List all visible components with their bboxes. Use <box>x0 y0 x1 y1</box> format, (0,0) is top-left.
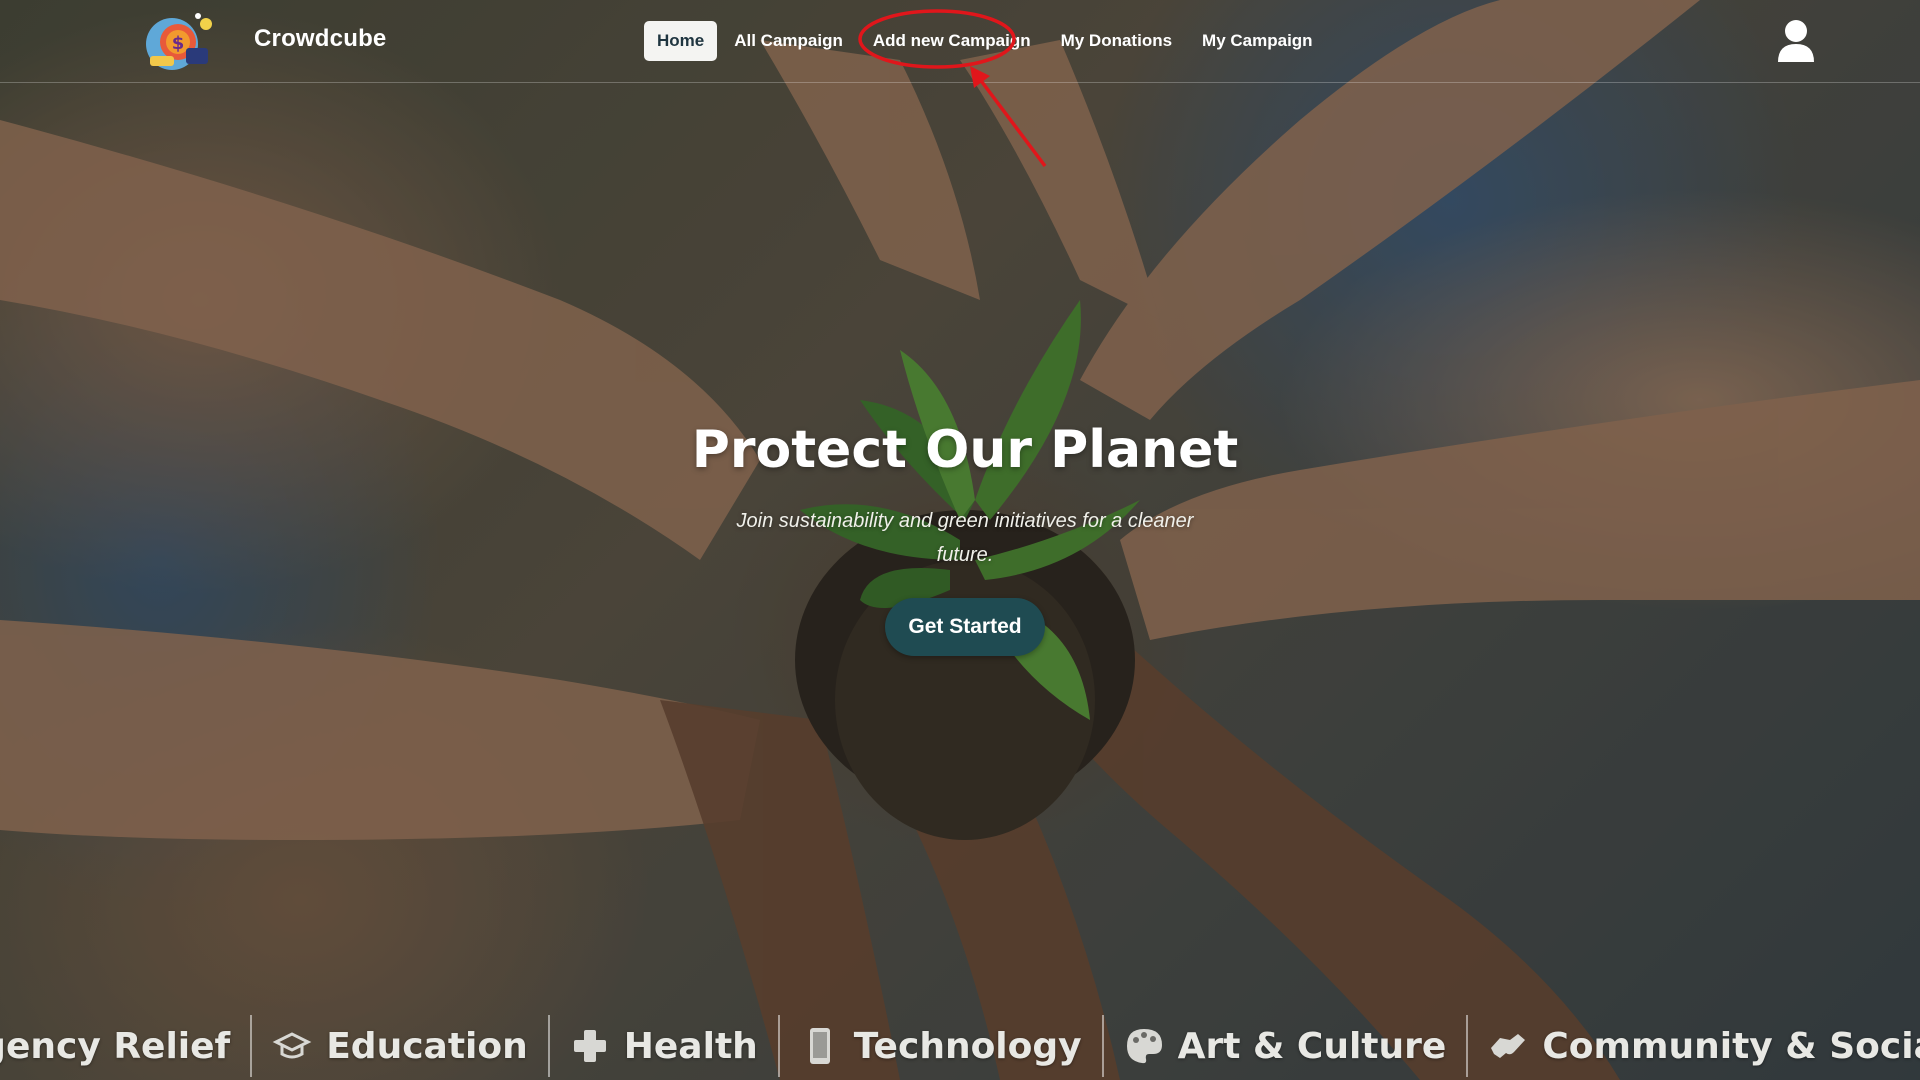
hero-title: Protect Our Planet <box>691 420 1239 480</box>
annotation-arrow-icon <box>970 66 1047 168</box>
crowdcube-logo[interactable]: $ <box>136 8 220 76</box>
category-health[interactable]: Health <box>550 1026 778 1067</box>
handshake-icon <box>1488 1026 1528 1066</box>
medical-cross-icon <box>570 1026 610 1066</box>
category-technology[interactable]: Technology <box>780 1026 1102 1067</box>
graduation-cap-icon <box>272 1026 312 1066</box>
user-icon[interactable] <box>1776 18 1816 64</box>
top-navbar: $ Crowdcube Home All Campaign Add new Ca… <box>0 0 1920 168</box>
hero-subtitle: Join sustainability and green initiative… <box>736 510 1194 566</box>
mobile-device-icon <box>800 1026 840 1066</box>
svg-text:$: $ <box>172 33 185 54</box>
nav-all-campaign[interactable]: All Campaign <box>721 21 856 61</box>
category-label: Technology <box>853 1025 1082 1067</box>
category-label: ergency Relief <box>0 1025 231 1067</box>
nav-home[interactable]: Home <box>644 21 718 61</box>
category-label: Art & Culture <box>1177 1025 1447 1067</box>
palette-icon <box>1124 1026 1164 1066</box>
nav-my-donations[interactable]: My Donations <box>1048 21 1185 61</box>
category-art-culture[interactable]: Art & Culture <box>1104 1026 1467 1067</box>
category-label: Health <box>623 1025 758 1067</box>
nav-my-campaign[interactable]: My Campaign <box>1189 21 1326 61</box>
category-label: Community & Social <box>1542 1025 1920 1067</box>
category-education[interactable]: Education <box>252 1026 548 1067</box>
category-ticker: ergency Relief Education Health <box>0 1012 1920 1080</box>
brand-name[interactable]: Crowdcube <box>254 25 386 53</box>
category-label: Education <box>326 1025 528 1067</box>
get-started-button[interactable]: Get Started <box>885 598 1045 656</box>
category-emergency-relief[interactable]: ergency Relief <box>0 1026 250 1067</box>
hero-section: Protect Our Planet Join sustainability a… <box>660 420 1270 656</box>
category-community-social[interactable]: Community & Social <box>1468 1026 1920 1067</box>
